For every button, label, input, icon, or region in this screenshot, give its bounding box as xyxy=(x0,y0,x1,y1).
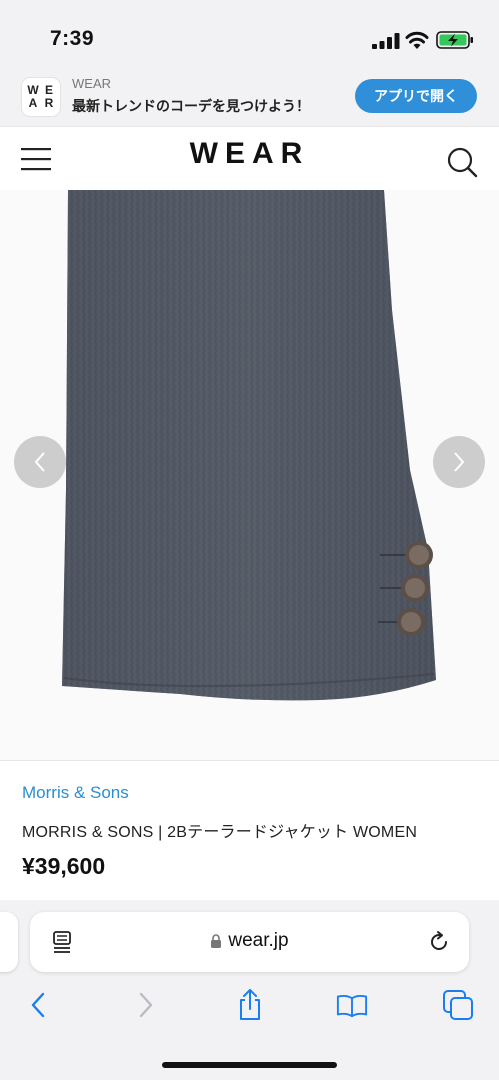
app-banner-name: WEAR xyxy=(72,76,111,91)
cellular-signal-icon xyxy=(372,33,400,49)
back-button[interactable] xyxy=(22,988,54,1022)
tabs-icon xyxy=(443,990,473,1020)
chevron-left-icon xyxy=(31,992,45,1018)
chevron-left-icon xyxy=(34,452,45,472)
product-name: MORRIS & SONS | 2Bテーラードジャケット WOMEN xyxy=(22,824,418,841)
previous-image-button[interactable] xyxy=(14,436,66,488)
product-image[interactable] xyxy=(0,190,499,760)
search-icon[interactable] xyxy=(446,146,478,178)
share-icon xyxy=(240,989,260,1020)
wear-app-icon: W E A R xyxy=(22,78,60,116)
app-icon-letter: R xyxy=(44,96,54,110)
chevron-right-icon xyxy=(139,992,153,1018)
product-price: ¥39,600 xyxy=(22,853,106,879)
battery-charging-icon xyxy=(436,31,473,49)
tabs-button[interactable] xyxy=(442,988,474,1022)
wifi-icon xyxy=(405,31,429,49)
bookmarks-button[interactable] xyxy=(336,988,368,1022)
wear-logo[interactable]: WEAR xyxy=(0,137,499,171)
lock-icon xyxy=(211,934,222,948)
brand-link[interactable]: Morris & Sons xyxy=(22,783,129,803)
share-button[interactable] xyxy=(234,988,266,1022)
home-indicator xyxy=(162,1062,337,1068)
url-display[interactable]: wear.jp xyxy=(30,930,469,952)
app-icon-letter: A xyxy=(28,96,38,110)
next-image-button[interactable] xyxy=(433,436,485,488)
forward-button[interactable] xyxy=(130,988,162,1022)
status-time: 7:39 xyxy=(50,27,95,50)
chevron-right-icon xyxy=(454,452,465,472)
book-icon xyxy=(336,995,368,1018)
reload-icon[interactable] xyxy=(427,930,451,954)
previous-tab-peek[interactable] xyxy=(0,912,18,972)
open-in-app-button[interactable]: アプリで開く xyxy=(355,79,477,113)
url-text: wear.jp xyxy=(228,930,289,951)
jacket-sleeve-image xyxy=(62,190,436,701)
app-banner-tagline: 最新トレンドのコーデを見つけよう！ xyxy=(72,98,310,114)
